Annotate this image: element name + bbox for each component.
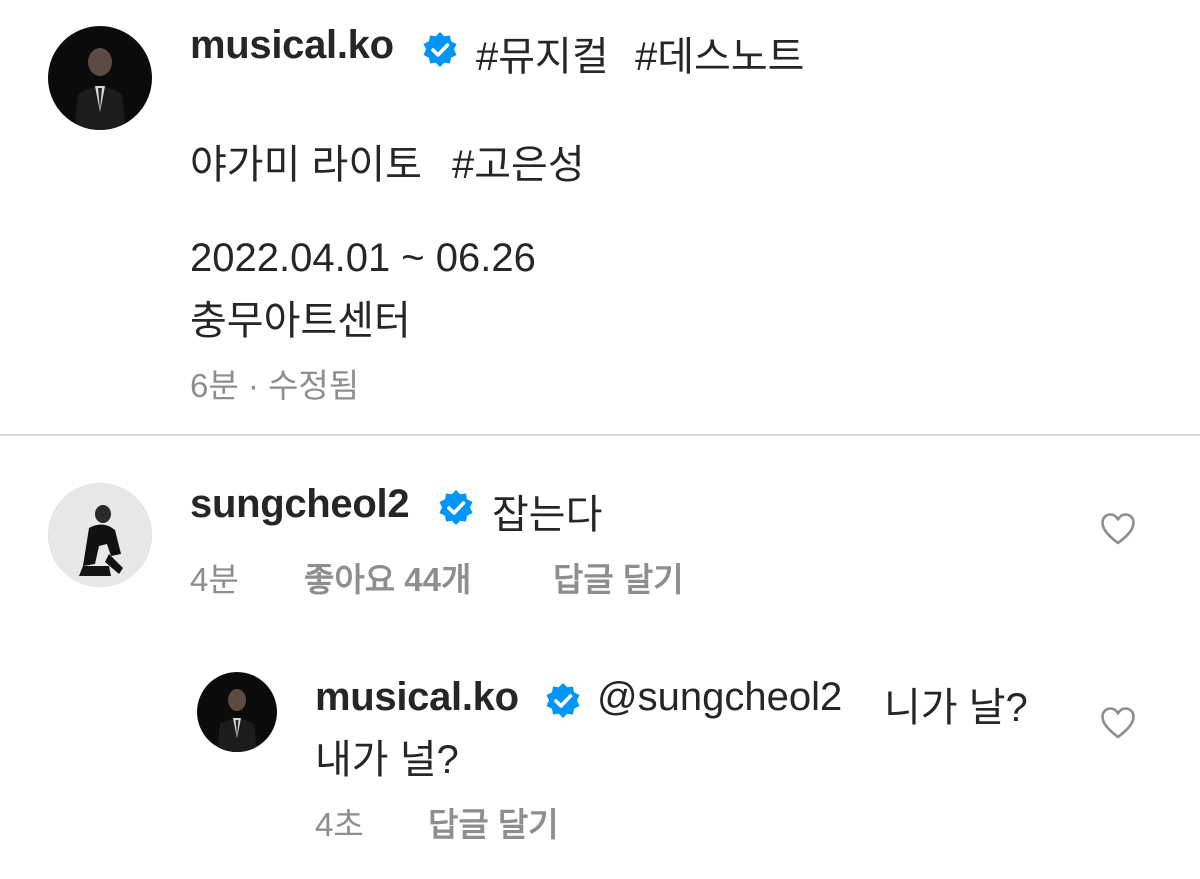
comment-likes-count[interactable]: 좋아요 44개 xyxy=(304,553,471,601)
comment-username[interactable]: sungcheol2 xyxy=(190,482,410,527)
reply-author-avatar[interactable] xyxy=(197,672,277,752)
reply-time: 4초 xyxy=(315,806,364,843)
reply-reply-button[interactable]: 답글 달기 xyxy=(428,798,559,846)
comment-time: 4분 xyxy=(190,561,239,598)
post-author-avatar[interactable] xyxy=(48,26,152,130)
post-meta: 6분 · 수정됨 xyxy=(190,367,360,404)
post-hashtag-deathnote[interactable]: #데스노트 xyxy=(635,24,804,82)
post-caption-role: 야가미 라이토 xyxy=(190,143,422,187)
reply-text-line2: 내가 널? xyxy=(315,738,459,782)
post-caption-venue: 충무아트센터 xyxy=(190,299,411,343)
verified-badge-icon xyxy=(423,32,457,67)
verified-badge-icon xyxy=(439,490,473,525)
post-hashtag-musical[interactable]: #뮤지컬 xyxy=(476,24,609,82)
verified-badge-icon xyxy=(546,683,580,718)
caption-divider xyxy=(0,434,1200,436)
comment-reply-button[interactable]: 답글 달기 xyxy=(553,553,684,601)
heart-outline-icon[interactable] xyxy=(1100,706,1136,740)
heart-outline-icon[interactable] xyxy=(1100,512,1136,546)
reply-username[interactable]: musical.ko xyxy=(315,675,519,720)
reply-mention[interactable]: @sungcheol2 xyxy=(597,675,842,720)
post-author-username[interactable]: musical.ko xyxy=(190,23,394,68)
post-hashtag-actor[interactable]: #고은성 xyxy=(452,132,585,190)
comment-text: 잡는다 xyxy=(492,493,603,537)
comment-avatar-sungcheol2[interactable] xyxy=(48,483,152,587)
reply-text-line1: 니가 날? xyxy=(884,686,1028,730)
post-caption-dates: 2022.04.01 ~ 06.26 xyxy=(190,236,536,280)
